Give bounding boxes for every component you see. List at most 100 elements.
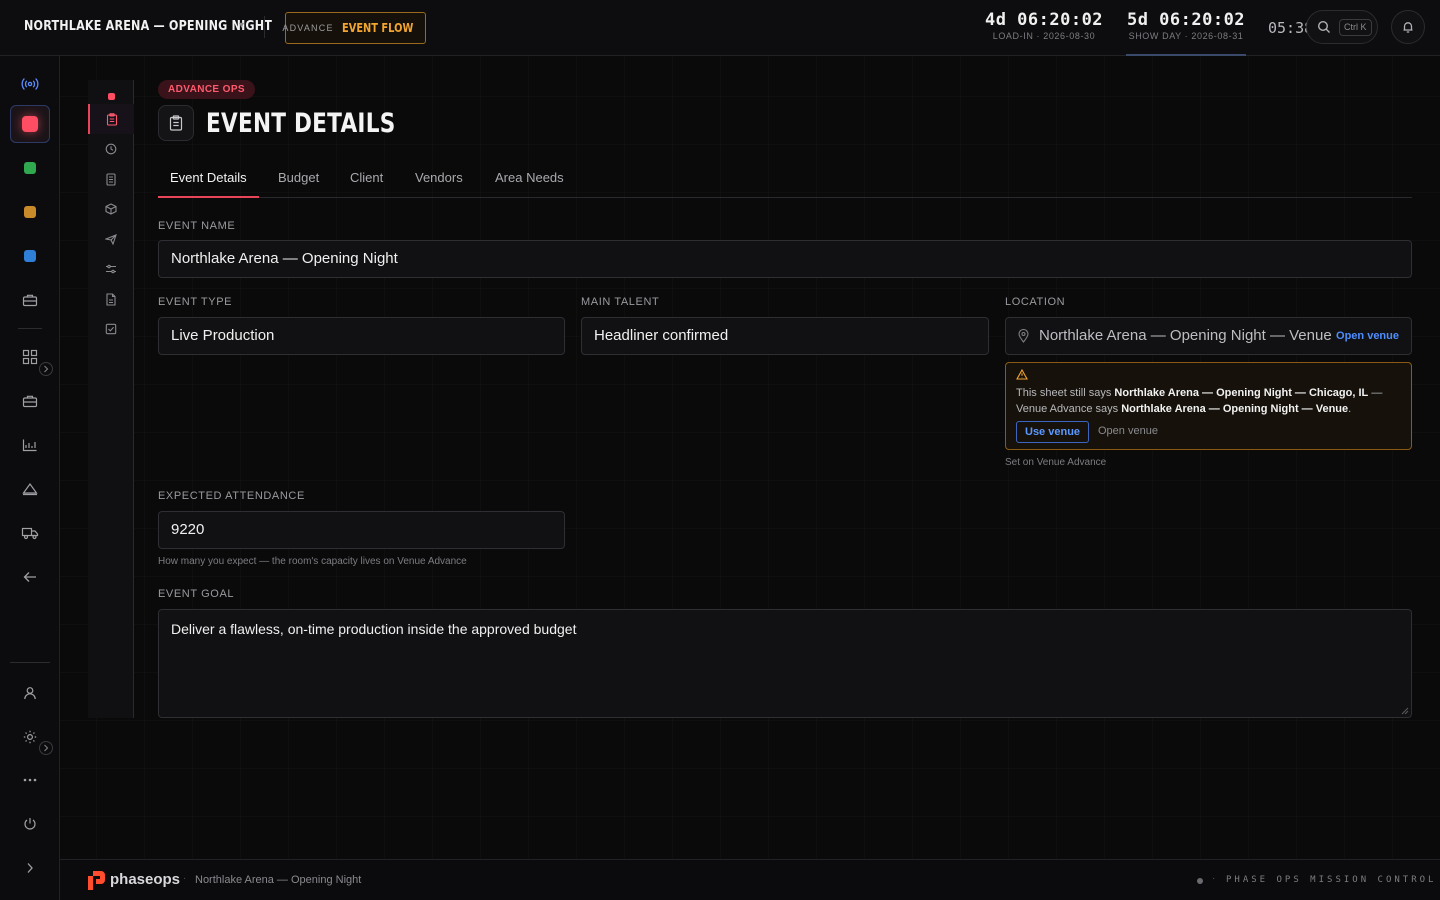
footer: phaseops · Northlake Arena — Opening Nig… xyxy=(60,859,1440,900)
goal-textarea[interactable]: Deliver a flawless, on-time production i… xyxy=(158,609,1412,718)
rail-item-power[interactable] xyxy=(10,805,50,843)
subnav-travel[interactable] xyxy=(88,224,134,254)
tab-event-details[interactable]: Event Details xyxy=(158,158,259,198)
main-talent-label: MAIN TALENT xyxy=(581,296,660,308)
tab-vendors[interactable]: Vendors xyxy=(403,158,475,198)
rail-item-green-phase[interactable] xyxy=(10,149,50,187)
briefcase-icon xyxy=(22,294,38,307)
top-bar: NORTHLAKE ARENA — OPENING NIGHT ▾ ADVANC… xyxy=(0,0,1440,56)
search-button[interactable]: Ctrl K xyxy=(1306,10,1378,44)
clipboard-icon xyxy=(106,112,118,126)
attendance-hint: How many you expect — the room's capacit… xyxy=(158,556,467,567)
left-rail xyxy=(0,56,60,900)
footer-project-name: Northlake Arena — Opening Night xyxy=(195,874,362,886)
divider xyxy=(264,16,265,38)
bell-icon xyxy=(1403,22,1413,33)
rail-item-live[interactable] xyxy=(10,65,50,103)
clock: 05:38 xyxy=(1268,19,1310,37)
briefcase-icon xyxy=(22,395,38,408)
section-subnav xyxy=(88,80,134,718)
tab-client[interactable]: Client xyxy=(338,158,395,198)
subnav-event-details[interactable] xyxy=(88,104,134,134)
rail-item-more[interactable] xyxy=(10,761,50,799)
shortcut-hint: Ctrl K xyxy=(1339,19,1372,36)
event-name-field[interactable]: Northlake Arena — Opening Night xyxy=(158,240,1412,278)
green-status-square xyxy=(24,162,36,174)
clipboard-icon xyxy=(169,115,183,131)
brand-name: phaseops xyxy=(110,871,181,888)
warning-sheet-value: Northlake Arena — Opening Night — Chicag… xyxy=(1114,387,1369,399)
rail-item-profile[interactable] xyxy=(10,674,50,712)
rail-item-venue[interactable] xyxy=(10,470,50,508)
rail-item-briefcase[interactable] xyxy=(10,281,50,319)
grid-icon xyxy=(22,349,38,365)
countdown-show-day: 5d 06:20:02 SHOW DAY · 2026-08-31 xyxy=(1126,10,1246,41)
warning-venue-value: Northlake Arena — Opening Night — Venue xyxy=(1121,403,1349,415)
open-venue-secondary-link[interactable]: Open venue xyxy=(1098,425,1158,437)
expand-toggle[interactable] xyxy=(39,362,53,376)
goal-label: EVENT GOAL xyxy=(158,588,235,600)
rail-divider xyxy=(18,328,42,329)
truck-icon xyxy=(21,527,39,540)
warning-text-part: This sheet still says xyxy=(1016,387,1115,399)
separator-dot: · xyxy=(183,873,187,884)
countdown-value: 4d 06:20:02 xyxy=(984,10,1104,30)
rail-item-reports[interactable] xyxy=(10,426,50,464)
broadcast-icon xyxy=(21,78,39,90)
user-icon xyxy=(24,687,36,700)
chevron-down-icon[interactable]: ▾ xyxy=(239,20,244,31)
open-venue-link[interactable]: Open venue xyxy=(1336,318,1399,354)
subnav-schedule[interactable] xyxy=(88,134,134,164)
sliders-icon xyxy=(106,264,116,274)
subnav-documents[interactable] xyxy=(88,164,134,194)
page-title: EVENT DETAILS xyxy=(206,108,396,139)
mission-label: PHASE OPS MISSION CONTROL xyxy=(1226,875,1437,885)
subnav-files[interactable] xyxy=(88,284,134,314)
main-talent-field[interactable]: Headliner confirmed xyxy=(581,317,989,355)
tent-icon xyxy=(22,482,38,496)
sun-icon xyxy=(23,730,37,744)
rail-item-back[interactable] xyxy=(10,558,50,596)
tab-budget[interactable]: Budget xyxy=(266,158,331,198)
rail-item-kit[interactable] xyxy=(10,382,50,420)
title-icon-box xyxy=(158,105,194,141)
rail-item-red-phase[interactable] xyxy=(10,105,50,143)
rail-item-blue-phase[interactable] xyxy=(10,237,50,275)
chevron-right-icon xyxy=(27,863,33,873)
mode-switch-button[interactable]: ADVANCE EVENT FLOW xyxy=(282,12,426,44)
subnav-settings[interactable] xyxy=(88,254,134,284)
red-dot-icon xyxy=(107,92,115,100)
location-label: LOCATION xyxy=(1005,296,1066,308)
chart-icon xyxy=(22,439,37,452)
subnav-inventory[interactable] xyxy=(88,194,134,224)
rail-item-expand[interactable] xyxy=(10,849,50,887)
event-type-field[interactable]: Live Production xyxy=(158,317,565,355)
connection-status-dot xyxy=(1197,878,1203,884)
event-type-label: EVENT TYPE xyxy=(158,296,233,308)
countdown-load-in: 4d 06:20:02 LOAD-IN · 2026-08-30 xyxy=(984,10,1104,41)
warning-icon xyxy=(1016,369,1028,380)
goal-value: Deliver a flawless, on-time production i… xyxy=(171,621,577,637)
map-pin-icon xyxy=(1018,329,1029,343)
blue-status-square xyxy=(24,250,36,262)
amber-status-square xyxy=(24,206,36,218)
attendance-field[interactable]: 9220 xyxy=(158,511,565,549)
project-title[interactable]: NORTHLAKE ARENA — OPENING NIGHT xyxy=(24,19,272,34)
tab-area-needs[interactable]: Area Needs xyxy=(483,158,576,198)
attendance-label: EXPECTED ATTENDANCE xyxy=(158,490,305,502)
location-value: Northlake Arena — Opening Night — Venue xyxy=(1039,327,1332,344)
use-venue-button[interactable]: Use venue xyxy=(1016,421,1090,443)
resize-handle-icon[interactable] xyxy=(1401,707,1409,715)
subnav-checklist[interactable] xyxy=(88,314,134,344)
red-status-square xyxy=(22,116,38,132)
rail-item-amber-phase[interactable] xyxy=(10,193,50,231)
tab-bar: Event Details Budget Client Vendors Area… xyxy=(158,158,1412,198)
warning-text-part: . xyxy=(1348,403,1352,415)
countdown-underline xyxy=(1126,54,1246,56)
rail-item-logistics[interactable] xyxy=(10,514,50,552)
box-icon xyxy=(105,203,117,215)
location-field[interactable]: Northlake Arena — Opening Night — Venue … xyxy=(1005,317,1412,355)
notifications-button[interactable] xyxy=(1391,10,1425,44)
expand-toggle[interactable] xyxy=(39,741,53,755)
mode-sub-label: ADVANCE xyxy=(282,23,334,33)
